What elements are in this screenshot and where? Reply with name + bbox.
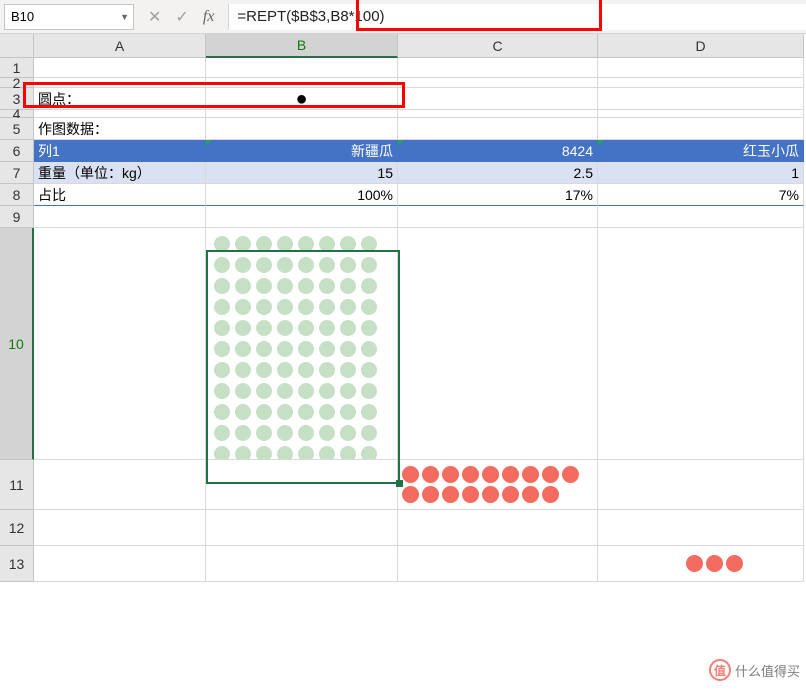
cell-d10[interactable] <box>598 228 804 460</box>
formula-bar: B10 ▼ ✕ ✓ fx =REPT($B$3,B8*100) <box>0 0 806 34</box>
cell-c13[interactable] <box>398 546 598 582</box>
cell-c9[interactable] <box>398 206 598 228</box>
overflow-fade <box>577 460 597 509</box>
col-header-c[interactable]: C <box>398 34 598 58</box>
cell-d8[interactable]: 7% <box>598 184 804 206</box>
cell-b5[interactable] <box>206 118 398 140</box>
cell-a5[interactable]: 作图数据： <box>34 118 206 140</box>
cell-a4[interactable] <box>34 110 206 118</box>
confirm-icon[interactable]: ✓ <box>175 7 188 27</box>
cell-a1[interactable] <box>34 58 206 78</box>
rept-dots-red <box>398 460 597 509</box>
formula-buttons: ✕ ✓ fx <box>134 7 228 27</box>
col-header-a[interactable]: A <box>34 34 206 58</box>
cell-d5[interactable] <box>598 118 804 140</box>
formula-text: =REPT($B$3,B8*100) <box>237 8 384 25</box>
cell-a10[interactable] <box>34 228 206 460</box>
cell-d7[interactable]: 1 <box>598 162 804 184</box>
cell-b10[interactable] <box>206 228 398 460</box>
rept-dots-green <box>206 228 397 459</box>
cell-a9[interactable] <box>34 206 206 228</box>
worksheet[interactable]: A B C D 1 2 3 圆点： ● 4 5 作图数据： 6 列1 新疆瓜 8… <box>0 34 806 582</box>
error-indicator-icon <box>398 140 404 146</box>
cell-d3[interactable] <box>598 88 804 110</box>
watermark-text: 什么值得买 <box>735 661 800 680</box>
row-header-13[interactable]: 13 <box>0 546 34 582</box>
fill-handle[interactable] <box>396 480 403 487</box>
cell-c6[interactable]: 8424 <box>398 140 598 162</box>
cell-b4[interactable] <box>206 110 398 118</box>
cell-b13[interactable] <box>206 546 398 582</box>
cell-a2[interactable] <box>34 78 206 88</box>
row-header-4[interactable]: 4 <box>0 110 34 118</box>
cell-a12[interactable] <box>34 510 206 546</box>
formula-input[interactable]: =REPT($B$3,B8*100) <box>228 4 806 30</box>
rept-dots-d13 <box>598 555 803 572</box>
cell-d1[interactable] <box>598 58 804 78</box>
cell-d6[interactable]: 红玉小瓜 <box>598 140 804 162</box>
row-header-8[interactable]: 8 <box>0 184 34 206</box>
cell-d4[interactable] <box>598 110 804 118</box>
cell-c10[interactable] <box>398 228 598 460</box>
row-header-6[interactable]: 6 <box>0 140 34 162</box>
cell-b12[interactable] <box>206 510 398 546</box>
cancel-icon[interactable]: ✕ <box>148 7 161 27</box>
cell-d2[interactable] <box>598 78 804 88</box>
cell-b9[interactable] <box>206 206 398 228</box>
cell-c5[interactable] <box>398 118 598 140</box>
row-header-10[interactable]: 10 <box>0 228 34 460</box>
cell-d9[interactable] <box>598 206 804 228</box>
select-all-corner[interactable] <box>0 34 34 58</box>
cell-b6[interactable]: 新疆瓜 <box>206 140 398 162</box>
dropdown-icon[interactable]: ▼ <box>120 12 129 22</box>
cell-a3[interactable]: 圆点： <box>34 88 206 110</box>
row-header-9[interactable]: 9 <box>0 206 34 228</box>
cell-d11[interactable] <box>598 460 804 510</box>
cell-a11[interactable] <box>34 460 206 510</box>
error-indicator-icon <box>206 140 212 146</box>
name-box-value: B10 <box>11 9 34 24</box>
watermark: 值 什么值得买 <box>709 659 800 681</box>
error-indicator-icon <box>598 140 604 146</box>
cell-c12[interactable] <box>398 510 598 546</box>
row-header-12[interactable]: 12 <box>0 510 34 546</box>
row-header-7[interactable]: 7 <box>0 162 34 184</box>
cell-b3[interactable]: ● <box>206 88 398 110</box>
fx-icon[interactable]: fx <box>203 8 215 26</box>
cell-a8[interactable]: 占比 <box>34 184 206 206</box>
col-header-d[interactable]: D <box>598 34 804 58</box>
cell-b2[interactable] <box>206 78 398 88</box>
cell-c4[interactable] <box>398 110 598 118</box>
name-box[interactable]: B10 ▼ <box>4 4 134 30</box>
cell-b11[interactable] <box>206 460 398 510</box>
cell-b8[interactable]: 100% <box>206 184 398 206</box>
cell-b1[interactable] <box>206 58 398 78</box>
row-header-2[interactable]: 2 <box>0 78 34 88</box>
col-header-b[interactable]: B <box>206 34 398 58</box>
row-header-11[interactable]: 11 <box>0 460 34 510</box>
cell-c7[interactable]: 2.5 <box>398 162 598 184</box>
cell-c2[interactable] <box>398 78 598 88</box>
cell-b7[interactable]: 15 <box>206 162 398 184</box>
cell-c1[interactable] <box>398 58 598 78</box>
watermark-logo-icon: 值 <box>709 659 731 681</box>
cell-a7[interactable]: 重量（单位：kg） <box>34 162 206 184</box>
cell-a6[interactable]: 列1 <box>34 140 206 162</box>
cell-c11[interactable] <box>398 460 598 510</box>
dot-symbol: ● <box>295 89 307 109</box>
cell-d12[interactable] <box>598 510 804 546</box>
cell-c3[interactable] <box>398 88 598 110</box>
row-header-5[interactable]: 5 <box>0 118 34 140</box>
cell-d13[interactable] <box>598 546 804 582</box>
cell-a13[interactable] <box>34 546 206 582</box>
cell-c8[interactable]: 17% <box>398 184 598 206</box>
